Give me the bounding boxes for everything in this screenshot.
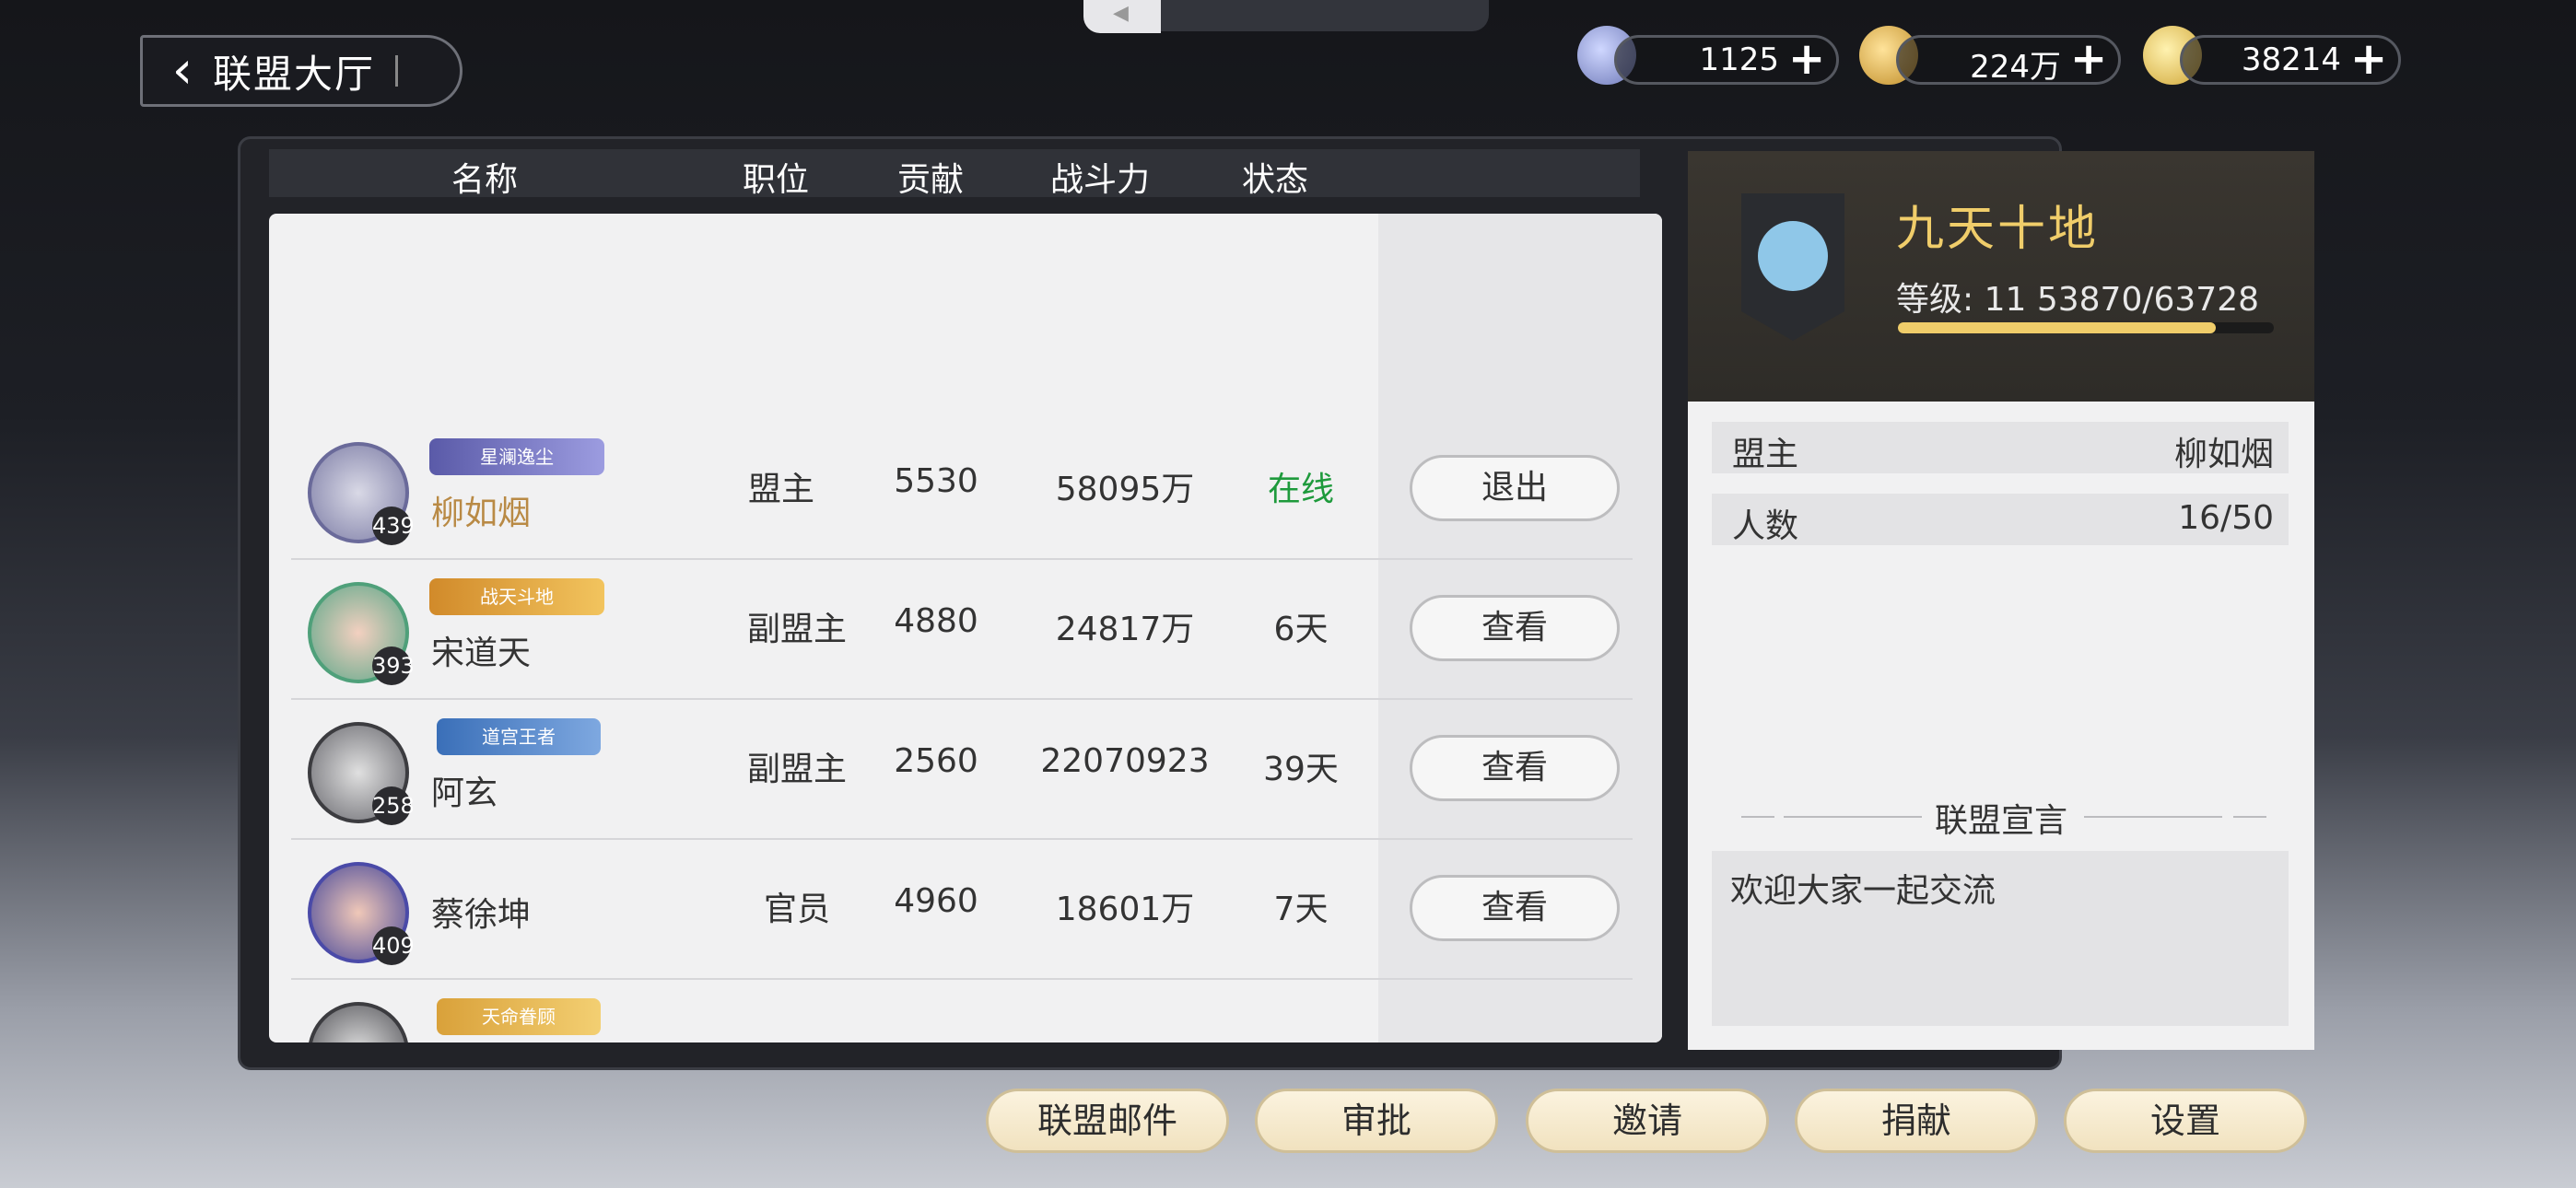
level-badge: 439: [372, 507, 415, 545]
declaration-text: 欢迎大家一起交流: [1730, 872, 1996, 910]
power: 22070923: [1040, 742, 1210, 780]
guild-name: 九天十地: [1896, 202, 2100, 257]
currency-value: 224万: [1970, 49, 2061, 86]
members-row: 人数 16/50: [1712, 494, 2289, 545]
avatar[interactable]: 409: [308, 862, 415, 965]
status: 39天: [1263, 751, 1339, 788]
table-row: 409 蔡徐坤 官员 4960 18601万 7天 查看: [291, 842, 1633, 980]
guild-emblem-icon: [1741, 193, 1844, 341]
title-badge: 道宫王者: [437, 718, 601, 755]
currency-coin: 224万 +: [1896, 35, 2121, 86]
title-badge: 天命眷顾: [437, 998, 601, 1035]
table-row: 439 星澜逸尘 柳如烟 盟主 5530 58095万 在线 退出: [291, 422, 1633, 560]
level-badge: 393: [372, 646, 415, 685]
add-currency-button[interactable]: +: [2070, 37, 2107, 81]
role: 副盟主: [746, 611, 847, 648]
contribution: 4960: [894, 882, 978, 920]
declaration-box: 欢迎大家一起交流: [1712, 851, 2289, 1026]
row-divider: [291, 838, 1633, 840]
back-label: 联盟大厅: [213, 51, 376, 97]
back-button[interactable]: ‹ 联盟大厅: [140, 35, 463, 107]
donate-button[interactable]: 捐献: [1795, 1089, 2038, 1153]
guild-level: 等级: 11 53870/63728: [1896, 281, 2259, 319]
status: 7天: [1273, 891, 1329, 928]
role: 官员: [763, 891, 830, 928]
row-divider: [291, 978, 1633, 980]
speaker-icon: ◀: [1113, 2, 1129, 25]
guild-xp-fill: [1898, 322, 2216, 333]
table-row: 258 道宫王者 阿玄 副盟主 2560 22070923 39天 查看: [291, 702, 1633, 840]
player-name: 宋道天: [431, 635, 532, 672]
invite-button[interactable]: 邀请: [1526, 1089, 1769, 1153]
status: 在线: [1267, 471, 1334, 508]
col-role: 职位: [743, 161, 810, 199]
level-badge: 258: [372, 786, 415, 825]
settings-button[interactable]: 设置: [2064, 1089, 2307, 1153]
col-status: 状态: [1242, 161, 1309, 199]
player-name: 阿玄: [431, 775, 498, 812]
role: 盟主: [748, 471, 815, 508]
power: 18601万: [1055, 891, 1195, 928]
exit-button[interactable]: 退出: [1410, 455, 1620, 521]
view-button[interactable]: 查看: [1410, 875, 1620, 941]
leader-value: 柳如烟: [2173, 436, 2274, 473]
avatar[interactable]: [308, 1002, 409, 1042]
declaration-title: 联盟宣言: [1934, 802, 2067, 840]
table-row: 天命眷顾: [291, 982, 1633, 1042]
member-list[interactable]: 439 星澜逸尘 柳如烟 盟主 5530 58095万 在线 退出 393 战天…: [269, 214, 1662, 1042]
guild-xp-bar: [1898, 322, 2274, 333]
col-power: 战斗力: [1050, 161, 1151, 199]
table-header: 名称 职位 贡献 战斗力 状态: [269, 149, 1640, 199]
avatar[interactable]: 439: [308, 442, 415, 545]
add-currency-button[interactable]: +: [1788, 37, 1825, 81]
avatar[interactable]: 393: [308, 582, 415, 685]
level-badge: 409: [372, 926, 415, 965]
add-currency-button[interactable]: +: [2350, 37, 2387, 81]
role: 副盟主: [746, 751, 847, 788]
row-divider: [291, 698, 1633, 700]
avatar[interactable]: 258: [308, 722, 415, 825]
row-divider: [291, 558, 1633, 560]
leader-label: 盟主: [1732, 436, 1799, 473]
view-button[interactable]: 查看: [1410, 735, 1620, 801]
approve-button[interactable]: 审批: [1255, 1089, 1498, 1153]
power: 58095万: [1055, 471, 1195, 508]
title-badge: 星澜逸尘: [429, 438, 604, 475]
title-badge: 战天斗地: [429, 578, 604, 615]
currency-value: 1125: [1699, 41, 1779, 78]
guild-mail-button[interactable]: 联盟邮件: [986, 1089, 1229, 1153]
col-contribution: 贡献: [897, 161, 965, 199]
contribution: 4880: [894, 602, 978, 640]
currency-value: 38214: [2241, 41, 2341, 78]
divider: [395, 55, 399, 87]
contribution: 5530: [894, 462, 978, 500]
currency-dragon: 1125 +: [1614, 35, 1839, 85]
power: 24817万: [1055, 611, 1195, 648]
status: 6天: [1273, 611, 1329, 648]
leader-row: 盟主 柳如烟: [1712, 422, 2289, 473]
player-name: 柳如烟: [431, 495, 532, 532]
contribution: 2560: [894, 742, 978, 780]
members-label: 人数: [1732, 507, 1799, 545]
view-button[interactable]: 查看: [1410, 595, 1620, 661]
currency-gourd: 38214 +: [2180, 35, 2401, 85]
player-name: 蔡徐坤: [431, 896, 532, 934]
chevron-left-icon: ‹: [171, 41, 193, 100]
members-value: 16/50: [2178, 499, 2274, 537]
sound-toggle[interactable]: ◀: [1083, 0, 1161, 33]
table-row: 393 战天斗地 宋道天 副盟主 4880 24817万 6天 查看: [291, 562, 1633, 700]
col-name: 名称: [451, 161, 519, 199]
